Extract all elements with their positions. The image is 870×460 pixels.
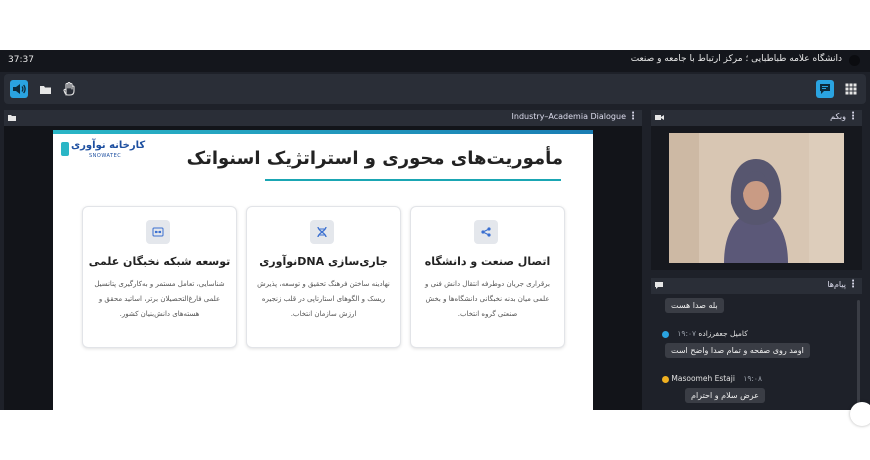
slide-title: مأموریت‌های محوری و استراتژیک اسنواتک bbox=[186, 148, 563, 169]
conference-app: 37:37 دانشگاه علامه طباطبایی ؛ مرکز ارتب… bbox=[0, 50, 870, 410]
webcam-panel-header: وبکم ⋮ bbox=[651, 110, 862, 126]
presentation-panel-header: Industry–Academia Dialogue ⋮ bbox=[4, 110, 642, 126]
chat-messages[interactable]: بله صدا هست کامیل جعفرزاده ۱۹:۰۷ اومد رو… bbox=[651, 296, 862, 410]
hand-icon bbox=[63, 82, 75, 96]
chat-time: ۱۹:۰۸ bbox=[743, 374, 762, 383]
speaker-portrait bbox=[669, 133, 844, 263]
session-clock: 37:37 bbox=[8, 55, 34, 65]
chat-menu-icon[interactable]: ⋮ bbox=[848, 279, 858, 290]
title-underline bbox=[265, 179, 561, 181]
user-icon bbox=[662, 330, 669, 338]
card-body: شناسایی، تعامل مستمر و به‌کارگیری پتانسی… bbox=[94, 280, 225, 318]
card-body: نهادینه ساختن فرهنگ تحقیق و توسعه، پذیرش… bbox=[257, 280, 390, 318]
speaker-button[interactable] bbox=[10, 80, 28, 98]
card-title: جاری‌سازی DNAنوآوری bbox=[259, 255, 388, 268]
folder-button[interactable] bbox=[36, 80, 54, 98]
card-body: برقراری جریان دوطرفه انتقال دانش فنی و ع… bbox=[425, 280, 550, 318]
mission-card: جاری‌سازی DNAنوآوری نهادینه ساختن فرهنگ … bbox=[246, 206, 401, 348]
slide: کارخانه نوآوری SNOWATEC مأموریت‌های محور… bbox=[53, 130, 593, 410]
mission-card: اتصال صنعت و دانشگاه برقراری جریان دوطرف… bbox=[410, 206, 565, 348]
chat-author: کامیل جعفرزاده bbox=[698, 329, 748, 338]
chat-toggle-button[interactable] bbox=[816, 80, 834, 98]
chat-message: عرض سلام و احترام bbox=[685, 388, 765, 403]
network-icon bbox=[146, 220, 170, 244]
chat-title: پیام‌ها bbox=[827, 280, 846, 289]
grid-icon bbox=[845, 83, 857, 95]
logo-subtext: SNOWATEC bbox=[89, 153, 122, 159]
chat-message: اومد روی صفحه و تمام صدا واضح است bbox=[665, 343, 810, 358]
company-logo: کارخانه نوآوری SNOWATEC bbox=[61, 140, 145, 164]
toolbar bbox=[4, 74, 866, 104]
link-icon bbox=[474, 220, 498, 244]
chat-scrollbar[interactable] bbox=[857, 300, 860, 408]
chat-icon bbox=[820, 84, 830, 94]
layout-grid-button[interactable] bbox=[842, 80, 860, 98]
chat-message-meta: کامیل جعفرزاده ۱۹:۰۷ bbox=[659, 329, 748, 338]
folder-icon bbox=[39, 85, 51, 94]
camera-icon bbox=[655, 115, 664, 120]
webcam-feed bbox=[651, 126, 862, 270]
status-dot bbox=[849, 55, 860, 66]
folder-small-icon bbox=[8, 115, 16, 121]
floating-action-button[interactable] bbox=[850, 402, 870, 426]
slide-accent-bar bbox=[53, 130, 593, 134]
user-icon bbox=[662, 375, 669, 383]
window-title: دانشگاه علامه طباطبایی ؛ مرکز ارتباط با … bbox=[630, 54, 842, 64]
webcam-video bbox=[669, 133, 844, 263]
chat-panel-header: پیام‌ها ⋮ bbox=[651, 278, 862, 294]
speaker-icon bbox=[13, 84, 26, 94]
dna-icon bbox=[310, 220, 334, 244]
logo-text: کارخانه نوآوری bbox=[71, 140, 146, 151]
raise-hand-button[interactable] bbox=[60, 80, 78, 98]
logo-mark bbox=[61, 142, 69, 156]
chat-time: ۱۹:۰۷ bbox=[677, 329, 697, 338]
webcam-title: وبکم bbox=[830, 112, 846, 121]
chat-author: Masoomeh Estaji bbox=[671, 374, 735, 383]
card-title: توسعه شبکه نخبگان علمی bbox=[88, 255, 231, 268]
presentation-area: کارخانه نوآوری SNOWATEC مأموریت‌های محور… bbox=[4, 126, 642, 410]
presentation-menu-icon[interactable]: ⋮ bbox=[628, 111, 638, 122]
chat-message-meta: Masoomeh Estaji ۱۹:۰۸ bbox=[659, 374, 762, 383]
card-title: اتصال صنعت و دانشگاه bbox=[424, 255, 551, 268]
title-bar: 37:37 دانشگاه علامه طباطبایی ؛ مرکز ارتب… bbox=[0, 50, 870, 72]
presentation-title: Industry–Academia Dialogue bbox=[511, 112, 626, 121]
mission-card: توسعه شبکه نخبگان علمی شناسایی، تعامل مس… bbox=[82, 206, 237, 348]
chat-message: بله صدا هست bbox=[665, 298, 724, 313]
webcam-menu-icon[interactable]: ⋮ bbox=[848, 111, 858, 122]
chat-small-icon bbox=[655, 282, 663, 289]
